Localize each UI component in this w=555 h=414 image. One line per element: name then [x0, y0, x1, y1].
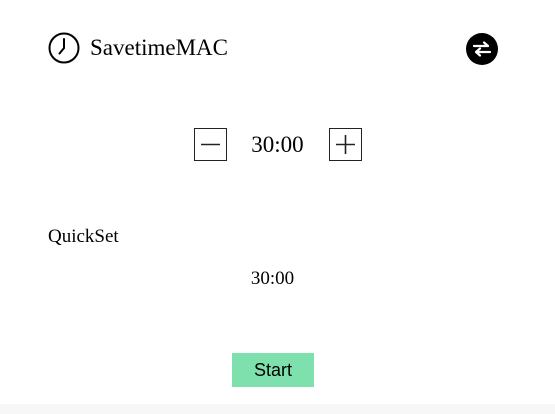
- quickset-item[interactable]: 30:00: [0, 267, 545, 291]
- timer-value: 30:00: [251, 132, 304, 157]
- increment-button[interactable]: [328, 128, 362, 161]
- swap-button[interactable]: [466, 33, 498, 65]
- timer-controls: 30:00: [0, 128, 555, 161]
- app-header: SavetimeMAC: [48, 32, 228, 64]
- swap-arrows-icon: [472, 41, 492, 57]
- decrement-button[interactable]: [193, 128, 227, 161]
- quickset-label: QuickSet: [48, 226, 119, 247]
- start-button[interactable]: Start: [232, 353, 314, 387]
- bottom-strip: [0, 404, 555, 414]
- plus-icon: [335, 135, 355, 154]
- app-title: SavetimeMAC: [90, 35, 228, 60]
- minus-icon: [200, 143, 220, 146]
- clock-icon: [48, 32, 80, 64]
